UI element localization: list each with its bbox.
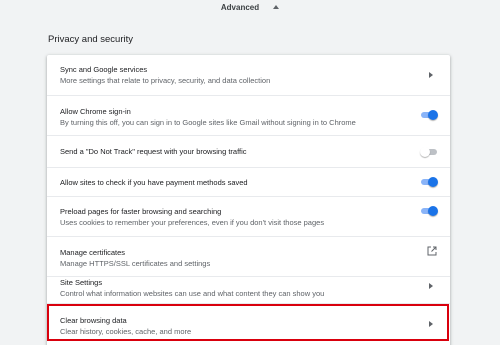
row-label: Site Settings (60, 278, 103, 287)
row-sublabel: Manage HTTPS/SSL certificates and settin… (60, 259, 211, 268)
section-title: Privacy and security (48, 34, 134, 45)
row-sublabel: By turning this off, you can sign in to … (60, 118, 356, 127)
row-label: Allow sites to check if you have payment… (60, 178, 248, 187)
site-settings-row[interactable]: Site Settings Control what information w… (47, 276, 450, 303)
payment-methods-toggle[interactable] (420, 177, 438, 187)
sync-google-services-row[interactable]: Sync and Google services More settings t… (47, 55, 450, 95)
toggle-knob (420, 147, 430, 157)
row-sublabel: Control what information websites can us… (60, 289, 325, 298)
row-sublabel: Uses cookies to remember your preference… (60, 218, 325, 227)
row-label: Preload pages for faster browsing and se… (60, 207, 222, 216)
allow-chrome-signin-row[interactable]: Allow Chrome sign-in By turning this off… (47, 95, 450, 135)
toggle-knob (428, 206, 438, 216)
do-not-track-row[interactable]: Send a "Do Not Track" request with your … (47, 135, 450, 167)
toggle-knob (428, 110, 438, 120)
row-label: Manage certificates (60, 248, 126, 257)
row-label: Send a "Do Not Track" request with your … (60, 147, 247, 156)
preload-pages-toggle[interactable] (420, 206, 438, 216)
row-label: Sync and Google services (60, 65, 148, 74)
row-label: Clear browsing data (60, 316, 127, 325)
chevron-up-icon (273, 5, 280, 9)
chevron-right-icon (429, 72, 433, 78)
do-not-track-toggle[interactable] (420, 147, 438, 157)
row-sublabel: More settings that relate to privacy, se… (60, 76, 271, 85)
payment-methods-row[interactable]: Allow sites to check if you have payment… (47, 167, 450, 196)
advanced-label: Advanced (220, 2, 260, 12)
row-sublabel: Clear history, cookies, cache, and more (60, 327, 192, 336)
advanced-toggle[interactable]: Advanced (0, 0, 500, 14)
chevron-right-icon (429, 283, 433, 289)
toggle-knob (428, 177, 438, 187)
external-link-icon[interactable] (427, 246, 437, 256)
clear-browsing-data-row[interactable]: Clear browsing data Clear history, cooki… (47, 303, 450, 345)
manage-certificates-row[interactable]: Manage certificates Manage HTTPS/SSL cer… (47, 236, 450, 276)
chevron-right-icon (429, 321, 433, 327)
privacy-settings-card: Sync and Google services More settings t… (47, 55, 450, 345)
preload-pages-row[interactable]: Preload pages for faster browsing and se… (47, 196, 450, 236)
row-label: Allow Chrome sign-in (60, 107, 131, 116)
allow-chrome-signin-toggle[interactable] (420, 110, 438, 120)
